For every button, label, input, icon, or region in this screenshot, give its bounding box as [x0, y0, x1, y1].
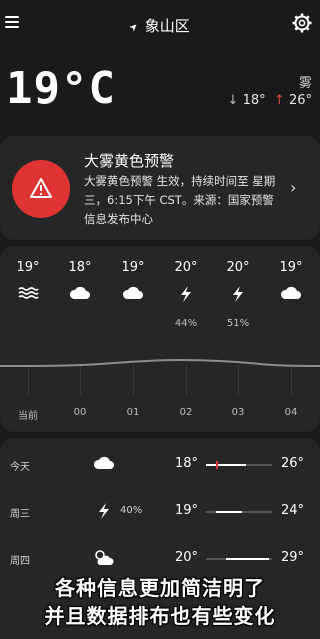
- daily-day: 今天: [10, 462, 30, 473]
- daily-day: 周三: [10, 509, 30, 520]
- daily-range-bar: [206, 558, 272, 560]
- cloud-icon: [107, 285, 159, 305]
- daily-low: 18°: [175, 456, 199, 471]
- hourly-temp: 19°: [16, 260, 40, 275]
- daily-range-fill: [225, 558, 269, 560]
- thunder-icon: [160, 285, 212, 307]
- daily-day: 周四: [10, 556, 30, 567]
- daily-range-bar: [206, 461, 272, 469]
- location-label[interactable]: ➤ 象山区: [0, 15, 320, 36]
- today-low: 18°: [242, 93, 266, 108]
- today-high: 26°: [288, 93, 312, 108]
- hourly-time: 03: [231, 407, 245, 418]
- arrow-up-icon: ↑: [273, 93, 285, 108]
- fog-icon: [2, 285, 54, 305]
- hourly-temp: 20°: [174, 260, 198, 275]
- warning-icon: [12, 160, 70, 218]
- daily-high: 29°: [281, 550, 305, 565]
- current-temperature: 19°C: [6, 63, 116, 114]
- thunder-icon: [212, 285, 264, 307]
- hourly-temp: 19°: [121, 260, 145, 275]
- hourly-time: 04: [284, 407, 298, 418]
- daily-low: 19°: [175, 503, 199, 518]
- daily-low: 20°: [175, 550, 199, 565]
- partly-cloudy-icon: [93, 549, 115, 571]
- daily-range-fill: [215, 511, 243, 513]
- alert-title: 大雾黄色预警: [84, 152, 175, 170]
- arrow-down-icon: ↓: [227, 93, 239, 108]
- cloud-icon: [93, 455, 115, 475]
- daily-high: 26°: [281, 456, 305, 471]
- thunder-icon: [93, 502, 115, 524]
- temperature-curve: [0, 358, 320, 367]
- hourly-time: 当前: [18, 411, 38, 422]
- cloud-icon: [54, 285, 106, 305]
- daily-high: 24°: [281, 503, 305, 518]
- caption-line-2: 并且数据排布也有些变化: [44, 604, 276, 628]
- hourly-time: 02: [179, 407, 193, 418]
- location-arrow-icon: ➤: [127, 20, 142, 35]
- daily-range-fill: [206, 464, 246, 466]
- hourly-time: 01: [126, 407, 140, 418]
- gear-icon[interactable]: [292, 13, 312, 33]
- current-temp-marker: [215, 461, 218, 469]
- alert-body: 大雾黄色预警 生效，持续时间至 星期三，6:15下午 CST。来源：国家预警信息…: [84, 174, 276, 226]
- chevron-right-icon[interactable]: ›: [290, 178, 296, 197]
- daily-range-bar: [206, 511, 272, 513]
- hourly-precip: 51%: [226, 318, 250, 329]
- hourly-temp: 18°: [68, 260, 92, 275]
- hourly-temp: 20°: [226, 260, 250, 275]
- cloud-icon: [265, 285, 317, 305]
- hourly-temp: 19°: [279, 260, 303, 275]
- current-condition: 雾: [298, 76, 312, 91]
- hourly-time: 00: [73, 407, 87, 418]
- hourly-precip: 44%: [174, 318, 198, 329]
- daily-precip: 40%: [120, 505, 143, 516]
- today-low-high: ↓ 18° ↑ 26°: [228, 93, 312, 108]
- caption-line-1: 各种信息更加简洁明了: [55, 576, 265, 600]
